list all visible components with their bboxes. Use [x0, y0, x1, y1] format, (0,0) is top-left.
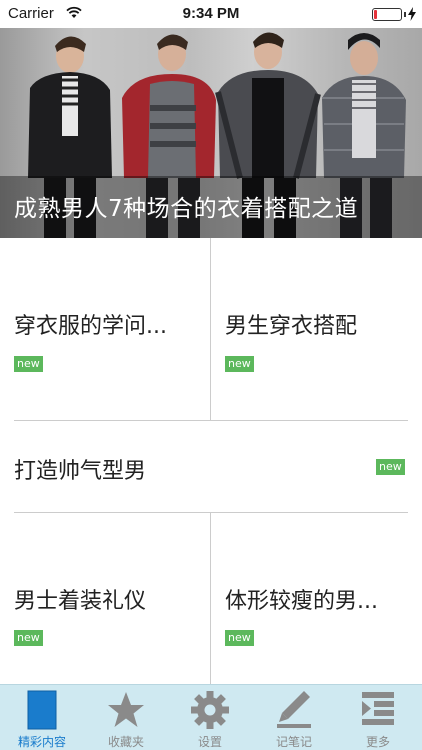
- article-card[interactable]: 体形较瘦的男... new: [211, 513, 422, 684]
- article-title: 体形较瘦的男...: [225, 589, 378, 614]
- article-title: 男生穿衣搭配: [225, 314, 358, 339]
- more-list-icon: [362, 692, 394, 725]
- battery-tip: [404, 12, 406, 17]
- article-title: 穿衣服的学问...: [14, 314, 167, 339]
- hero-banner[interactable]: 成熟男人7种场合的衣着搭配之道: [0, 28, 422, 238]
- tab-label: 记笔记: [275, 735, 312, 749]
- new-badge: new: [225, 356, 254, 372]
- article-card[interactable]: 男生穿衣搭配 new: [211, 238, 422, 420]
- tab-settings[interactable]: 设置: [168, 685, 252, 750]
- tab-favorites[interactable]: 收藏夹: [84, 685, 168, 750]
- tab-label: 更多: [365, 735, 390, 749]
- new-badge: new: [376, 459, 405, 475]
- document-icon: [27, 690, 57, 730]
- hero-caption: 成熟男人7种场合的衣着搭配之道: [14, 196, 359, 222]
- charging-bolt-icon: [408, 7, 416, 21]
- clock: 9:34 PM: [182, 5, 240, 22]
- article-title: 打造帅气型男: [14, 459, 147, 484]
- tab-label: 设置: [197, 735, 222, 749]
- tab-notes[interactable]: 记笔记: [252, 685, 336, 750]
- star-icon: [108, 692, 144, 727]
- status-bar: Carrier 9:34 PM: [0, 0, 422, 28]
- article-card[interactable]: 穿衣服的学问... new: [0, 238, 210, 420]
- new-badge: new: [14, 630, 43, 646]
- article-card[interactable]: 男士着装礼仪 new: [0, 513, 210, 684]
- article-title: 男士着装礼仪: [14, 589, 147, 614]
- new-badge: new: [14, 356, 43, 372]
- battery-icon: [372, 8, 402, 21]
- tab-label: 收藏夹: [107, 735, 144, 749]
- tab-featured[interactable]: 精彩内容: [0, 685, 84, 750]
- gear-icon: [191, 691, 229, 729]
- article-grid: 穿衣服的学问... new 男生穿衣搭配 new 打造帅气型男 new 男士着装…: [0, 238, 422, 684]
- new-badge: new: [225, 630, 254, 646]
- tab-bar: 精彩内容 收藏夹 设置 记笔记 更多: [0, 684, 422, 750]
- tab-more[interactable]: 更多: [336, 685, 420, 750]
- article-card[interactable]: 打造帅气型男 new: [0, 421, 422, 512]
- tab-label: 精彩内容: [17, 735, 66, 749]
- pen-icon: [277, 691, 311, 728]
- battery-level: [374, 10, 378, 19]
